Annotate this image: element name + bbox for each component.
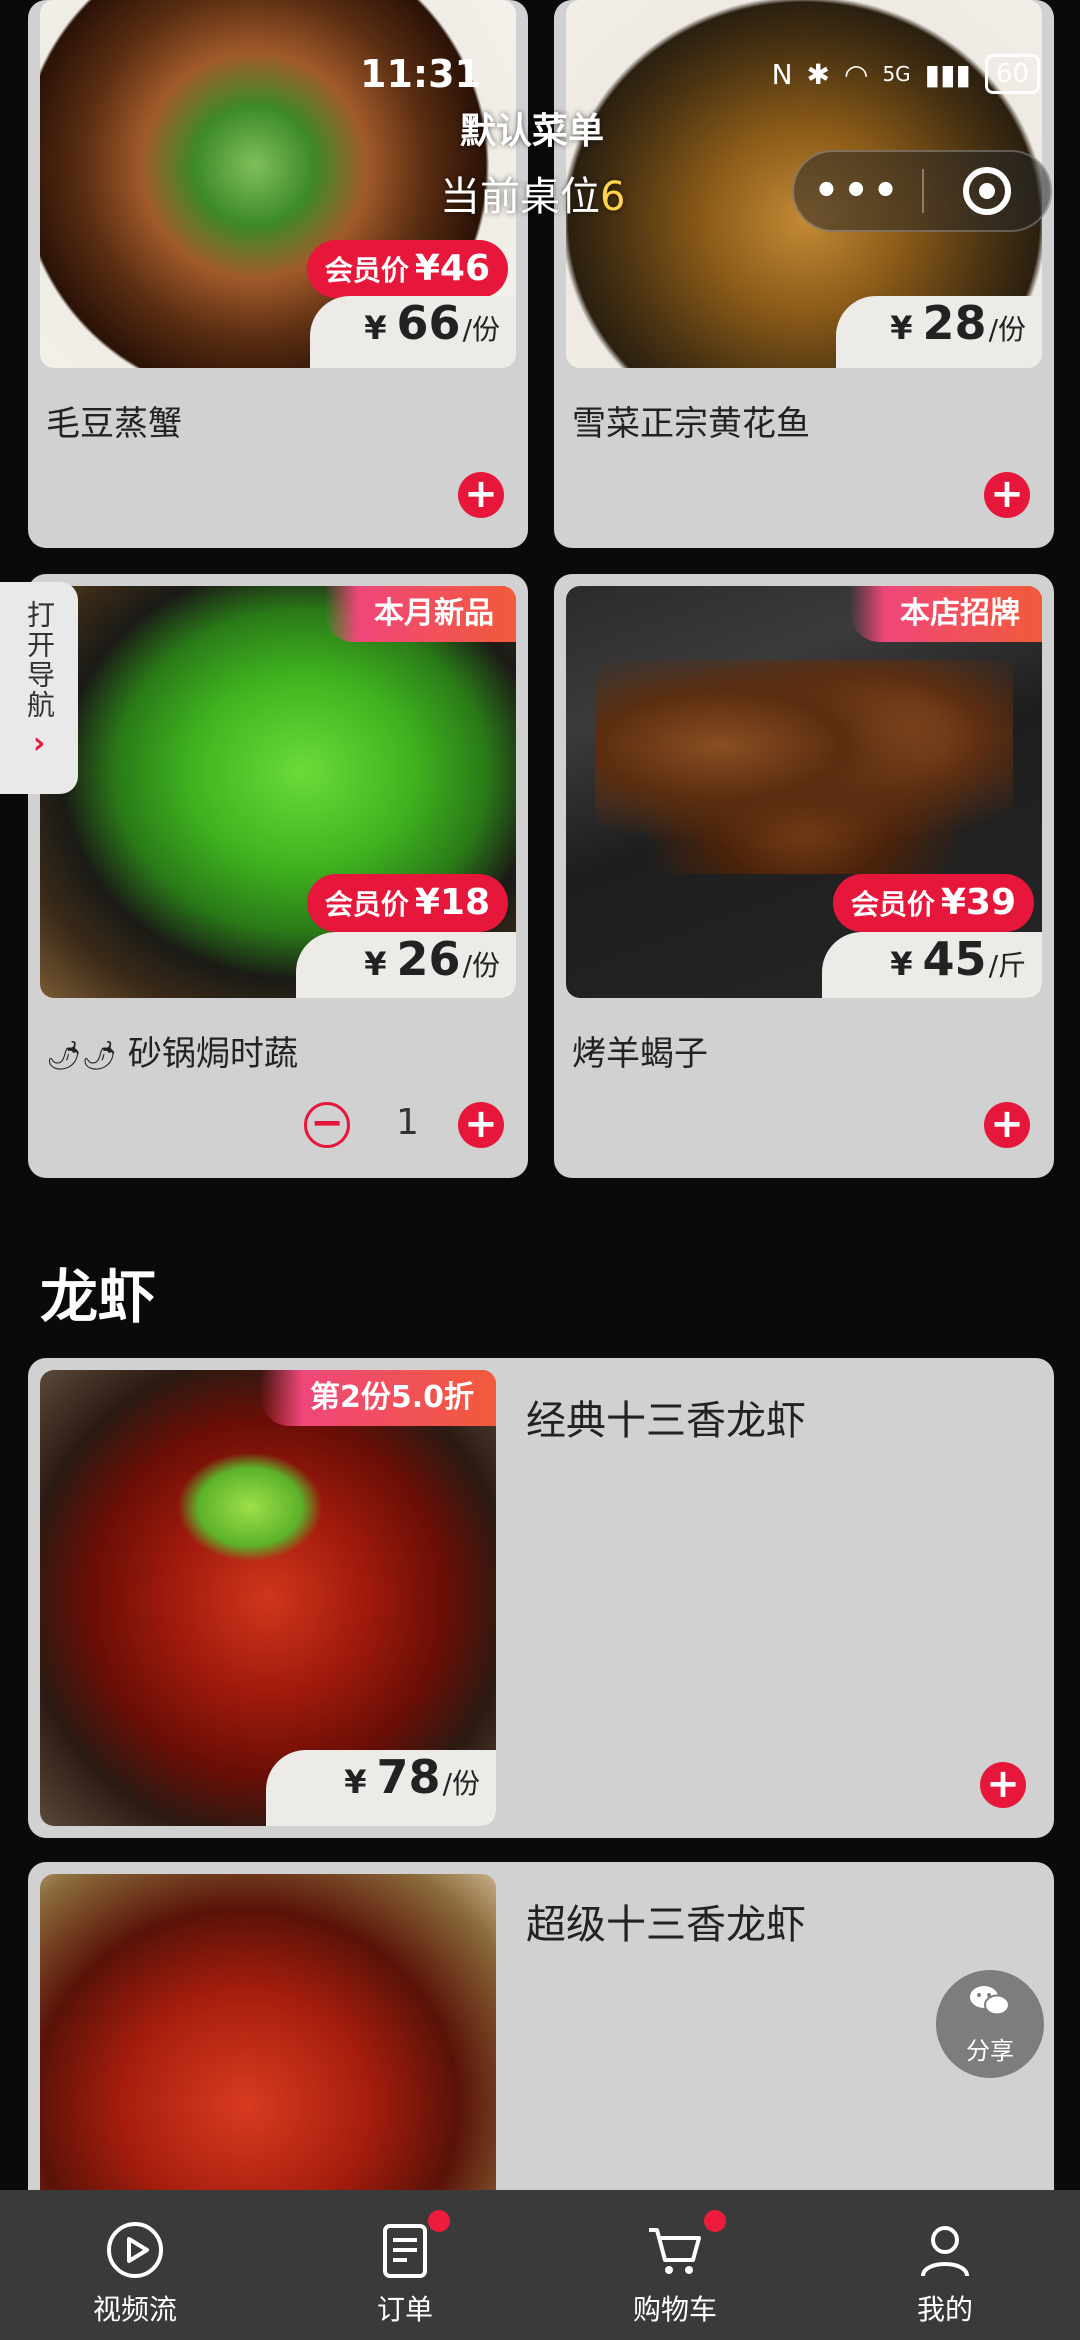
- add-button[interactable]: +: [984, 1102, 1030, 1148]
- price-tag: ¥78/份: [266, 1750, 496, 1826]
- price: 28: [922, 296, 987, 350]
- notification-dot: [704, 2210, 726, 2232]
- table-label: 当前桌位: [440, 174, 600, 220]
- status-time: 11:31: [360, 52, 481, 96]
- dish-image: 本月新品 会员价 ¥18 ¥26/份: [40, 586, 516, 998]
- add-button[interactable]: +: [458, 1102, 504, 1148]
- price: 45: [922, 932, 987, 986]
- section-title-lobster: 龙虾: [40, 1263, 157, 1331]
- price-tag: ¥45/斤: [822, 932, 1042, 998]
- tab-orders[interactable]: 订单: [270, 2190, 540, 2340]
- tab-label: 视频流: [92, 2293, 177, 2326]
- unit: /份: [442, 1767, 480, 1800]
- dish-name: 雪菜正宗黄花鱼: [572, 404, 810, 444]
- decrease-button[interactable]: −: [304, 1102, 350, 1148]
- quantity: 1: [396, 1102, 419, 1143]
- price: 26: [396, 932, 461, 986]
- currency: ¥: [344, 1763, 367, 1801]
- member-label: 会员价: [850, 888, 935, 921]
- close-miniprogram-button[interactable]: [924, 167, 1050, 215]
- current-table: 当前桌位6: [440, 164, 625, 222]
- currency: ¥: [890, 945, 913, 983]
- chevron-right-icon: ›: [32, 726, 46, 761]
- currency: ¥: [364, 945, 387, 983]
- more-options-icon[interactable]: •••: [794, 168, 922, 214]
- add-button[interactable]: +: [984, 472, 1030, 518]
- unit: /份: [462, 313, 500, 346]
- notification-dot: [428, 2210, 450, 2232]
- dish-name: 超级十三香龙虾: [526, 1902, 806, 1948]
- member-price: ¥46: [414, 248, 490, 289]
- tab-label: 订单: [376, 2293, 433, 2326]
- target-icon: [962, 167, 1011, 215]
- currency: ¥: [364, 309, 387, 347]
- dish-image: 第2份5.0折 ¥78/份: [40, 1370, 496, 1826]
- dish-card-classic-lobster[interactable]: 第2份5.0折 ¥78/份 经典十三香龙虾 +: [28, 1358, 1054, 1838]
- bottom-tab-bar: 视频流 订单 购物车 我的: [0, 2190, 1080, 2340]
- dish-name: 经典十三香龙虾: [526, 1398, 806, 1444]
- dish-name-row: 🌶🌶 砂锅焗时蔬: [46, 1026, 298, 1075]
- status-icons: N ✱ ◠ 5G ▮▮▮ 60: [772, 54, 1040, 94]
- unit: /份: [988, 313, 1026, 346]
- dish-name: 砂锅焗时蔬: [127, 1034, 298, 1074]
- unit: /斤: [988, 949, 1026, 982]
- tab-video-feed[interactable]: 视频流: [0, 2190, 270, 2340]
- discount-badge: 第2份5.0折: [259, 1370, 496, 1426]
- wifi-icon: ◠: [844, 57, 869, 91]
- price-tag: ¥66/份: [310, 296, 516, 368]
- order-icon: [383, 2224, 427, 2278]
- miniprogram-capsule: •••: [792, 150, 1052, 232]
- member-price-badge: 会员价 ¥18: [306, 874, 508, 932]
- tab-label: 我的: [916, 2293, 973, 2326]
- price: 78: [376, 1750, 441, 1804]
- signature-badge: 本店招牌: [850, 586, 1042, 642]
- member-price-badge: 会员价 ¥46: [306, 240, 508, 298]
- side-nav-label: 打开导航: [23, 600, 56, 720]
- member-price-badge: 会员价 ¥39: [832, 874, 1034, 932]
- new-item-badge: 本月新品: [324, 586, 516, 642]
- play-circle-icon: [107, 2222, 163, 2278]
- currency: ¥: [890, 309, 913, 347]
- dish-image: 本店招牌 会员价 ¥39 ¥45/斤: [566, 586, 1042, 998]
- dish-card-mutton[interactable]: 本店招牌 会员价 ¥39 ¥45/斤 烤羊蝎子 +: [554, 574, 1054, 1178]
- signal-icon: ▮▮▮: [924, 57, 971, 91]
- bluetooth-icon: ✱: [806, 57, 830, 91]
- dish-name: 烤羊蝎子: [572, 1034, 708, 1074]
- unit: /份: [462, 949, 500, 982]
- member-price: ¥18: [414, 882, 490, 923]
- open-navigation-button[interactable]: 打开导航 ›: [0, 582, 78, 794]
- tab-profile[interactable]: 我的: [810, 2190, 1080, 2340]
- network-label: 5G: [882, 62, 911, 86]
- add-button[interactable]: +: [458, 472, 504, 518]
- dish-name: 毛豆蒸蟹: [46, 404, 182, 444]
- price-tag: ¥26/份: [296, 932, 516, 998]
- nfc-icon: N: [771, 57, 793, 91]
- member-label: 会员价: [324, 888, 409, 921]
- wechat-icon: [968, 1983, 1012, 2027]
- table-number: 6: [600, 174, 626, 220]
- add-button[interactable]: +: [980, 1762, 1026, 1808]
- tab-cart[interactable]: 购物车: [540, 2190, 810, 2340]
- dish-card-vegetables[interactable]: 本月新品 会员价 ¥18 ¥26/份 🌶🌶 砂锅焗时蔬 − 1 +: [28, 574, 528, 1178]
- price: 66: [396, 296, 461, 350]
- share-label: 分享: [966, 2036, 1014, 2065]
- share-button[interactable]: 分享: [936, 1970, 1044, 2078]
- price-tag: ¥28/份: [836, 296, 1042, 368]
- tab-label: 购物车: [632, 2293, 717, 2326]
- chili-icon: 🌶🌶: [46, 1039, 118, 1072]
- member-label: 会员价: [324, 254, 409, 287]
- user-icon: [921, 2226, 969, 2277]
- battery-icon: 60: [984, 54, 1040, 94]
- cart-icon: [649, 2228, 701, 2274]
- menu-title: 默认菜单: [460, 111, 605, 152]
- member-price: ¥39: [940, 882, 1016, 923]
